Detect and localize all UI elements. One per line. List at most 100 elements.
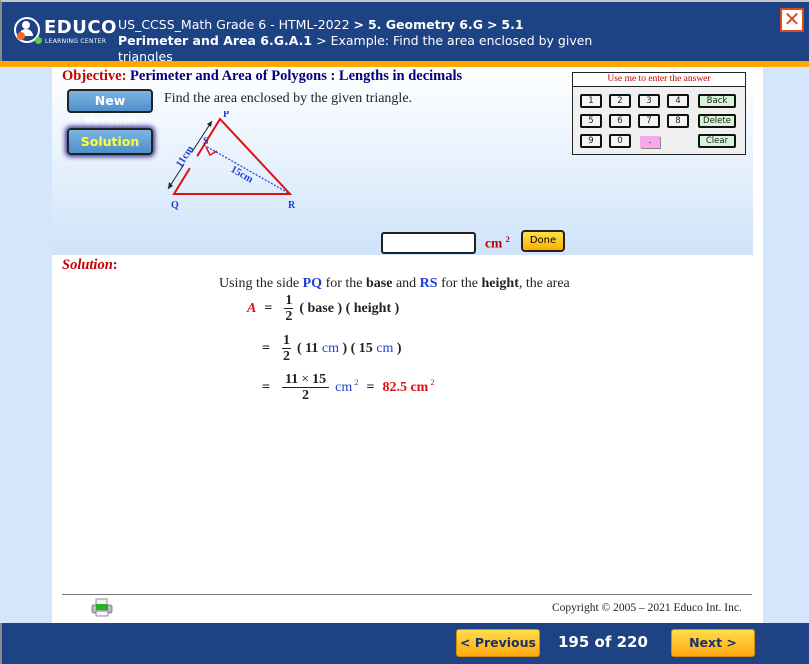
objective: Objective: Perimeter and Area of Polygon… [62, 68, 462, 85]
equals-sign: = [262, 341, 270, 356]
unit-power: 2 [354, 377, 359, 387]
answer-keypad: Use me to enter the answer 1 2 3 4 Back … [572, 72, 746, 155]
footer-divider [62, 594, 752, 595]
unit-cm: cm [335, 380, 353, 395]
solution-button[interactable]: Solution [67, 128, 153, 155]
substitution-text: ) ( 15 [338, 341, 377, 356]
key-0[interactable]: 0 [609, 134, 631, 148]
key-3[interactable]: 3 [638, 94, 660, 108]
key-6[interactable]: 6 [609, 114, 631, 128]
fraction-half: 12 [284, 293, 294, 325]
equation-line-1: A = 12 ( base ) ( height ) [247, 293, 399, 325]
equation-line-3: = 11 × 15 2 cm 2 = 82.5 cm 2 [262, 372, 435, 404]
fraction-numerator: 11 × 15 [281, 372, 330, 388]
educo-logo: EDUCO LEARNING CENTER [12, 12, 116, 52]
key-4[interactable]: 4 [667, 94, 689, 108]
equals-sign: = [264, 301, 273, 316]
key-5[interactable]: 5 [580, 114, 602, 128]
fraction-denominator: 2 [282, 349, 290, 364]
solution-heading: Solution: [62, 257, 118, 274]
area-variable: A [247, 301, 257, 316]
page-total: 220 [616, 633, 648, 651]
substitution-text: ( 11 [296, 341, 322, 356]
solution-heading-colon: : [112, 257, 118, 273]
keypad-title: Use me to enter the answer [573, 73, 745, 87]
content-panel: Objective: Perimeter and Area of Polygon… [52, 67, 763, 623]
height-length-label: 15cm [229, 164, 255, 186]
key-back[interactable]: Back [698, 94, 736, 108]
key-7[interactable]: 7 [638, 114, 660, 128]
intro-text: for the [322, 276, 366, 291]
key-clear[interactable]: Clear [698, 134, 736, 148]
vertex-label-s: S [203, 136, 209, 147]
logo-person-icon [22, 21, 30, 29]
vertex-label-q: Q [171, 200, 179, 211]
intro-text: , the area [518, 276, 570, 291]
page-current: 195 [558, 633, 590, 651]
formula-text: ( base ) ( height ) [299, 301, 400, 316]
answer-unit: cm 2 [485, 234, 510, 252]
height-line-rs [203, 144, 291, 195]
close-button[interactable]: ✕ [780, 8, 804, 32]
breadcrumb-separator: > [316, 33, 327, 48]
breadcrumb-separator: > [486, 17, 498, 32]
copyright-text: Copyright © 2005 – 2021 Educo Int. Inc. [552, 602, 742, 614]
footer-nav-bar: < Previous 195 of 220 Next > [0, 623, 809, 664]
next-button[interactable]: Next > [671, 629, 755, 657]
solution-intro: Using the side PQ for the base and RS fo… [219, 276, 570, 292]
equals-sign: = [262, 380, 270, 395]
key-1[interactable]: 1 [580, 94, 602, 108]
final-answer-power: 2 [430, 377, 435, 387]
breadcrumb-chapter[interactable]: 5. Geometry 6.G [368, 17, 483, 32]
logo-wordmark: EDUCO [44, 17, 117, 38]
fraction-numerator: 1 [281, 333, 291, 349]
intro-text: for the [437, 276, 482, 291]
page-of: of [594, 633, 612, 651]
fraction-numerator: 1 [284, 293, 294, 309]
final-answer: 82.5 cm [382, 380, 429, 395]
vertex-label-r: R [288, 200, 296, 211]
done-button[interactable]: Done [521, 230, 565, 252]
close-icon: ✕ [783, 7, 801, 31]
unit-cm: cm [376, 341, 394, 356]
intro-text: and [392, 276, 420, 291]
new-version-button[interactable]: New Version [67, 89, 153, 128]
factor-11: 11 [284, 372, 299, 387]
question-text: Find the area enclosed by the given tria… [164, 91, 413, 106]
breadcrumb-separator: > [353, 17, 364, 32]
printer-icon[interactable] [90, 598, 114, 618]
objective-text: Perimeter and Area of Polygons : Lengths… [130, 68, 463, 84]
fraction-denominator: 2 [285, 309, 293, 324]
arrowhead-top-icon [207, 121, 212, 127]
intro-base: base [366, 276, 393, 291]
solution-heading-text: Solution [62, 257, 113, 273]
equals-sign: = [366, 380, 375, 395]
objective-label: Objective: [62, 68, 127, 84]
unit-cm: cm [321, 341, 339, 356]
intro-side-pq: PQ [302, 276, 323, 291]
intro-text: Using the side [219, 276, 303, 291]
header-bar: EDUCO LEARNING CENTER US_CCSS_Math Grade… [0, 0, 809, 64]
logo-subtitle: LEARNING CENTER [45, 38, 107, 45]
key-decimal-point[interactable]: . [640, 136, 660, 148]
equation-line-2: = 12 ( 11 cm ) ( 15 cm ) [262, 333, 402, 365]
breadcrumb-course[interactable]: US_CCSS_Math Grade 6 - HTML-2022 [118, 17, 350, 32]
logo-green-dot [35, 37, 42, 44]
fraction-denominator: 2 [302, 388, 310, 403]
key-delete[interactable]: Delete [698, 114, 736, 128]
logo-orange-figure [17, 32, 25, 40]
previous-button[interactable]: < Previous [456, 629, 540, 657]
factor-15: 15 [312, 372, 327, 387]
key-2[interactable]: 2 [609, 94, 631, 108]
fraction-product: 11 × 15 2 [281, 372, 330, 404]
answer-unit-text: cm [485, 235, 503, 251]
key-8[interactable]: 8 [667, 114, 689, 128]
answer-input[interactable] [381, 232, 476, 254]
answer-unit-power: 2 [505, 234, 510, 244]
breadcrumb: US_CCSS_Math Grade 6 - HTML-2022 > 5. Ge… [118, 17, 598, 65]
times-sign: × [301, 372, 310, 387]
key-9[interactable]: 9 [580, 134, 602, 148]
intro-height: height [481, 276, 519, 291]
page-counter: 195 of 220 [558, 633, 648, 651]
problem-area: Objective: Perimeter and Area of Polygon… [52, 67, 753, 255]
